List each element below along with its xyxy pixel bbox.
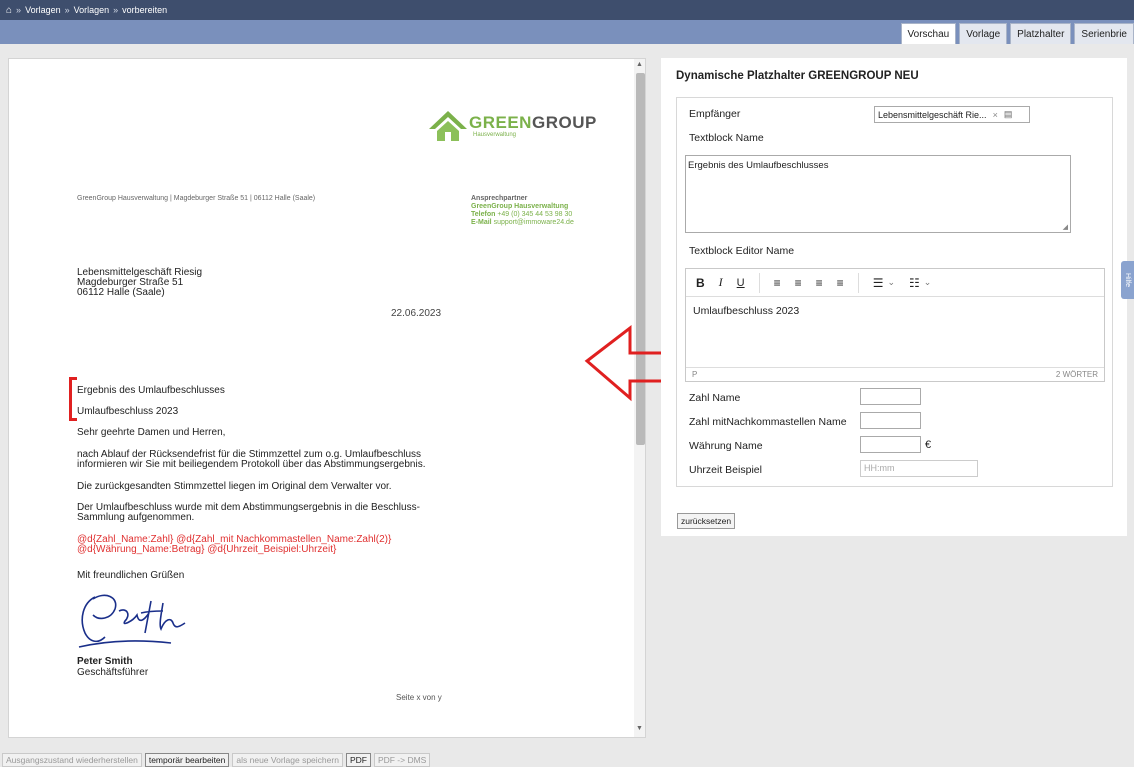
bullet-list-icon[interactable]: ☰ <box>873 276 884 290</box>
zahl2-label: Zahl mitNachkommastellen Name <box>689 416 847 428</box>
editor-label: Textblock Editor Name <box>689 245 795 257</box>
numbered-list-icon[interactable]: ☷ <box>909 276 920 290</box>
editor-toolbar: B I U ≡ ≡ ≡ ≡ ☰ ⌄ ☷ ⌄ <box>686 269 1104 297</box>
chevron-down-icon[interactable]: ⌄ <box>887 277 895 288</box>
signer-role: Geschäftsführer <box>77 667 149 678</box>
breadcrumb-item[interactable]: Vorlagen <box>74 5 110 15</box>
pdf-button[interactable]: PDF <box>345 752 371 767</box>
textblock-label: Textblock Name <box>689 132 764 144</box>
uhrzeit-label: Uhrzeit Beispiel <box>689 464 762 476</box>
breadcrumb-separator: » <box>16 5 22 15</box>
greengroup-logo: GREENGROUP Hausverwaltung <box>427 105 596 145</box>
uhrzeit-input[interactable]: HH:mm <box>860 460 978 477</box>
letter-paragraph: Der Umlaufbeschluss wurde mit dem Abstim… <box>77 502 420 523</box>
breadcrumb-separator: » <box>64 5 70 15</box>
logo-wordmark: GREENGROUP <box>469 113 597 132</box>
contact-company: GreenGroup Hausverwaltung <box>471 203 569 210</box>
editor-statusbar: P 2 WÖRTER <box>686 367 1104 381</box>
align-justify-icon[interactable]: ≡ <box>837 276 844 290</box>
align-center-icon[interactable]: ≡ <box>795 276 802 290</box>
restore-initial-button[interactable]: Ausgangszustand wiederherstellen <box>2 752 142 767</box>
letter-paragraph: nach Ablauf der Rücksendefrist für die S… <box>77 449 426 470</box>
editor-content[interactable]: Umlaufbeschluss 2023 <box>686 297 1104 367</box>
letter-date: 22.06.2023 <box>391 308 442 319</box>
chevron-down-icon[interactable]: ⌄ <box>924 277 932 288</box>
letter-closing: Mit freundlichen Grüßen <box>77 570 185 581</box>
logo-subtitle: Hausverwaltung <box>473 132 517 138</box>
word-count: 2 WÖRTER <box>1055 370 1098 379</box>
recipient-select[interactable]: Lebensmittelgeschäft Rie... × ▤ <box>874 106 1030 123</box>
recipient-address: Lebensmittelgeschäft Riesig Magdeburger … <box>77 267 203 298</box>
waehrung-input[interactable] <box>860 436 921 453</box>
rich-text-editor: B I U ≡ ≡ ≡ ≡ ☰ ⌄ ☷ ⌄ Umlaufbeschluss 20… <box>685 268 1105 382</box>
save-as-template-button[interactable]: als neue Vorlage speichern <box>232 752 343 767</box>
contact-phone: Telefon +49 (0) 345 44 53 98 30 <box>471 211 573 218</box>
tab-vorlage[interactable]: Vorlage <box>959 23 1008 44</box>
letter-subject: Ergebnis des Umlaufbeschlusses <box>77 385 225 396</box>
clear-icon[interactable]: × <box>993 110 998 120</box>
help-side-tab[interactable]: Hilfe <box>1121 261 1134 299</box>
italic-icon[interactable]: I <box>719 275 723 290</box>
textblock-textarea[interactable]: Ergebnis des Umlaufbeschlusses ◢ <box>685 155 1071 233</box>
letter-salutation: Sehr geehrte Damen und Herren, <box>77 427 226 438</box>
signer-name: Peter Smith <box>77 656 133 667</box>
zahl-input[interactable] <box>860 388 921 405</box>
placeholder-panel: Dynamische Platzhalter GREENGROUP NEU Em… <box>661 58 1127 536</box>
page-number: Seite x von y <box>396 693 442 702</box>
contact-heading: Ansprechpartner <box>471 195 528 202</box>
reset-button[interactable]: zurücksetzen <box>677 513 736 529</box>
editor-path: P <box>692 370 698 379</box>
tab-platzhalter[interactable]: Platzhalter <box>1010 23 1072 44</box>
currency-symbol: € <box>925 439 932 451</box>
scroll-down-icon[interactable]: ▼ <box>636 725 643 732</box>
sender-line: GreenGroup Hausverwaltung | Magdeburger … <box>77 195 316 202</box>
breadcrumb-bar: ⌂ » Vorlagen » Vorlagen » vorbereiten <box>0 0 1134 20</box>
resize-handle-icon[interactable]: ◢ <box>1063 223 1068 231</box>
scroll-up-icon[interactable]: ▲ <box>636 61 643 68</box>
tab-vorschau[interactable]: Vorschau <box>900 23 957 44</box>
zahl-label: Zahl Name <box>689 392 741 404</box>
home-icon[interactable]: ⌂ <box>6 5 12 16</box>
bold-icon[interactable]: B <box>696 276 705 290</box>
breadcrumb-separator: » <box>113 5 119 15</box>
underline-icon[interactable]: U <box>737 277 745 289</box>
bottom-action-bar: Ausgangszustand wiederherstellen temporä… <box>0 752 1134 767</box>
preview-scrollbar[interactable]: ▲ ▼ <box>634 59 645 737</box>
temp-edit-button[interactable]: temporär bearbeiten <box>144 752 230 767</box>
annotation-bracket <box>69 377 77 421</box>
align-left-icon[interactable]: ≡ <box>774 276 781 290</box>
waehrung-label: Währung Name <box>689 440 763 452</box>
align-right-icon[interactable]: ≡ <box>816 276 823 290</box>
pdf-to-dms-button[interactable]: PDF -> DMS <box>373 752 431 767</box>
zahl2-input[interactable] <box>860 412 921 429</box>
breadcrumb-item[interactable]: Vorlagen <box>25 5 61 15</box>
letter-paragraph: Die zurückgesandten Stimmzettel liegen i… <box>77 481 392 492</box>
tab-serienbrief[interactable]: Serienbrie <box>1074 23 1134 44</box>
letter-subject-2: Umlaufbeschluss 2023 <box>77 406 179 417</box>
house-logo-icon <box>429 111 467 141</box>
scrollbar-thumb[interactable] <box>636 73 645 445</box>
contact-block: Ansprechpartner GreenGroup Hausverwaltun… <box>471 195 574 227</box>
signature-image <box>78 594 186 648</box>
letter-preview: GREENGROUP Hausverwaltung GreenGroup Hau… <box>8 58 646 738</box>
recipient-label: Empfänger <box>689 108 741 120</box>
list-picker-icon[interactable]: ▤ <box>1004 109 1013 120</box>
contact-mail: E-Mail support@immoware24.de <box>471 219 574 226</box>
breadcrumb-item[interactable]: vorbereiten <box>122 5 167 15</box>
placeholder-codes: @d{Zahl_Name:Zahl} @d{Zahl_mit Nachkomma… <box>77 534 392 555</box>
panel-title: Dynamische Platzhalter GREENGROUP NEU <box>676 70 919 82</box>
placeholder-form: Empfänger Lebensmittelgeschäft Rie... × … <box>676 97 1113 487</box>
tab-bar: Vorschau Vorlage Platzhalter Serienbrie <box>0 20 1134 44</box>
